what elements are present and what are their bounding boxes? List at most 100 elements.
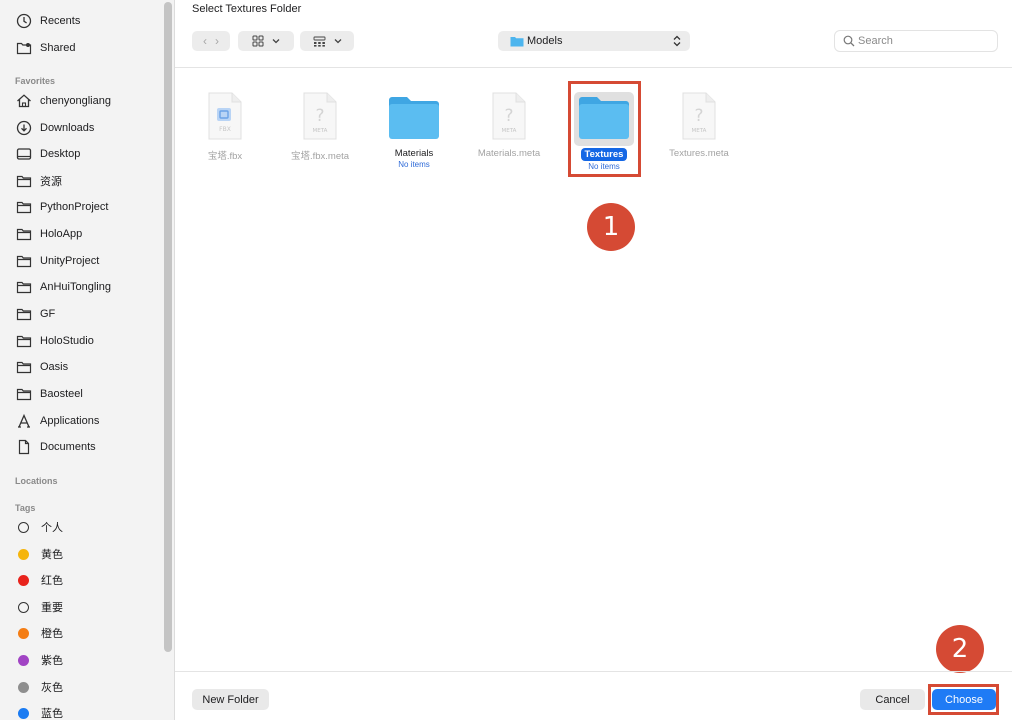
svg-text:?: ? xyxy=(694,106,703,126)
folder-icon xyxy=(510,36,524,46)
sidebar-item-recents[interactable]: Recents xyxy=(15,10,80,32)
sidebar-item-label: HoloApp xyxy=(40,228,83,240)
folder-item-materials[interactable]: Materials No items xyxy=(376,90,452,169)
search-field[interactable]: Search xyxy=(834,30,998,52)
annotation-highlight-box xyxy=(928,684,999,715)
tag-dot-icon xyxy=(18,654,29,666)
sidebar-item-downloads[interactable]: Downloads xyxy=(15,117,94,139)
search-placeholder: Search xyxy=(858,35,893,47)
sidebar-scrollbar[interactable] xyxy=(164,2,172,652)
path-label: Models xyxy=(527,35,563,47)
sidebar-item-label: 紫色 xyxy=(41,655,63,667)
sidebar-item-folder[interactable]: AnHuiTongling xyxy=(15,276,111,298)
sidebar-tag-important[interactable]: 重要 xyxy=(15,596,63,618)
view-mode-button[interactable] xyxy=(238,31,294,51)
sidebar-item-label: PythonProject xyxy=(40,201,109,213)
sidebar-item-folder[interactable]: Oasis xyxy=(15,356,68,378)
group-by-button[interactable] xyxy=(300,31,354,51)
tag-dot-icon xyxy=(18,521,29,533)
sidebar-item-label: 个人 xyxy=(41,522,63,534)
sidebar-item-documents[interactable]: Documents xyxy=(15,436,96,458)
sidebar-tag-orange[interactable]: 橙色 xyxy=(15,622,63,644)
icon-grid-icon xyxy=(252,35,264,47)
sidebar-item-desktop[interactable]: Desktop xyxy=(15,143,80,165)
sidebar-item-label: 资源 xyxy=(40,176,62,188)
tag-dot-icon xyxy=(18,707,29,719)
sidebar-item-label: Desktop xyxy=(40,148,81,160)
clock-icon xyxy=(15,12,33,30)
svg-text:?: ? xyxy=(504,106,513,126)
sidebar-item-label: Recents xyxy=(40,15,81,27)
tag-dot-icon xyxy=(18,548,29,560)
svg-text:META: META xyxy=(313,128,328,134)
path-popup[interactable]: Models xyxy=(498,31,690,51)
file-name: Textures.meta xyxy=(669,148,729,159)
home-icon xyxy=(15,92,33,110)
chevron-down-icon xyxy=(334,39,341,44)
folder-icon xyxy=(15,198,33,216)
sidebar-tag-blue[interactable]: 蓝色 xyxy=(15,702,63,720)
shared-folder-icon xyxy=(15,39,33,57)
file-name: 宝塔.fbx xyxy=(207,151,243,162)
sidebar-item-folder[interactable]: HoloApp xyxy=(15,223,82,245)
sidebar-item-label: 灰色 xyxy=(41,682,63,694)
sidebar-item-label: 重要 xyxy=(41,602,63,614)
new-folder-button[interactable]: New Folder xyxy=(192,689,269,710)
sidebar-tag-gray[interactable]: 灰色 xyxy=(15,676,63,698)
sidebar-item-label: Shared xyxy=(40,42,76,54)
file-item-meta[interactable]: ? META Materials.meta xyxy=(471,90,547,159)
download-icon xyxy=(15,119,33,137)
sidebar-item-label: Baosteel xyxy=(40,388,83,400)
sidebar-item-label: 蓝色 xyxy=(41,708,63,720)
sidebar-item-shared[interactable]: Shared xyxy=(15,37,75,59)
sidebar-tag-personal[interactable]: 个人 xyxy=(15,516,63,538)
folder-icon xyxy=(15,225,33,243)
cancel-button[interactable]: Cancel xyxy=(860,689,925,710)
file-name: 宝塔.fbx.meta xyxy=(290,151,350,162)
sidebar-item-applications[interactable]: Applications xyxy=(15,410,99,432)
tag-dot-icon xyxy=(18,681,29,693)
tag-dot-icon xyxy=(18,574,29,586)
folder-icon xyxy=(15,252,33,270)
folder-icon xyxy=(15,358,33,376)
svg-text:?: ? xyxy=(315,106,324,126)
sidebar-item-label: Downloads xyxy=(40,122,95,134)
sidebar-item-folder[interactable]: UnityProject xyxy=(15,250,99,272)
desktop-icon xyxy=(15,145,33,163)
file-name: Materials.meta xyxy=(477,148,541,159)
sidebar-item-folder[interactable]: 资源 xyxy=(15,170,62,192)
sidebar-item-folder[interactable]: HoloStudio xyxy=(15,330,94,352)
sidebar: Recents Shared Favorites chenyongliang D… xyxy=(0,0,175,720)
applications-icon xyxy=(15,412,33,430)
chevron-right-icon[interactable]: › xyxy=(215,34,219,48)
sidebar-item-label: GF xyxy=(40,308,56,320)
file-item-meta[interactable]: ? META 宝塔.fbx.meta xyxy=(282,90,358,162)
footer-divider xyxy=(175,671,1012,672)
annotation-highlight-box xyxy=(568,81,641,177)
group-grid-icon xyxy=(313,36,325,47)
folder-icon xyxy=(387,90,441,140)
sidebar-item-folder[interactable]: GF xyxy=(15,303,55,325)
file-item-meta[interactable]: ? META Textures.meta xyxy=(661,90,737,159)
sidebar-tag-red[interactable]: 红色 xyxy=(15,569,63,591)
chevron-left-icon[interactable]: ‹ xyxy=(203,34,207,48)
sidebar-tag-purple[interactable]: 紫色 xyxy=(15,649,63,671)
sidebar-section-favorites: Favorites xyxy=(15,76,56,86)
fbx-file-icon: FBX xyxy=(198,90,252,140)
file-item-fbx[interactable]: FBX 宝塔.fbx xyxy=(187,90,263,162)
sidebar-item-label: chenyongliang xyxy=(40,95,111,107)
toolbar-divider xyxy=(175,67,1012,68)
tag-dot-icon xyxy=(18,627,29,639)
sidebar-tag-yellow[interactable]: 黄色 xyxy=(15,543,63,565)
folder-item-count: No items xyxy=(398,160,430,169)
folder-icon xyxy=(15,332,33,350)
back-forward-buttons[interactable]: ‹ › xyxy=(192,31,230,51)
sidebar-item-folder[interactable]: PythonProject xyxy=(15,196,108,218)
sidebar-item-label: 黄色 xyxy=(41,549,63,561)
sidebar-item-home[interactable]: chenyongliang xyxy=(15,90,111,112)
sidebar-item-folder[interactable]: Baosteel xyxy=(15,383,83,405)
sidebar-item-label: 红色 xyxy=(41,575,63,587)
folder-icon xyxy=(15,385,33,403)
folder-icon xyxy=(15,172,33,190)
folder-name: Materials xyxy=(394,148,434,159)
